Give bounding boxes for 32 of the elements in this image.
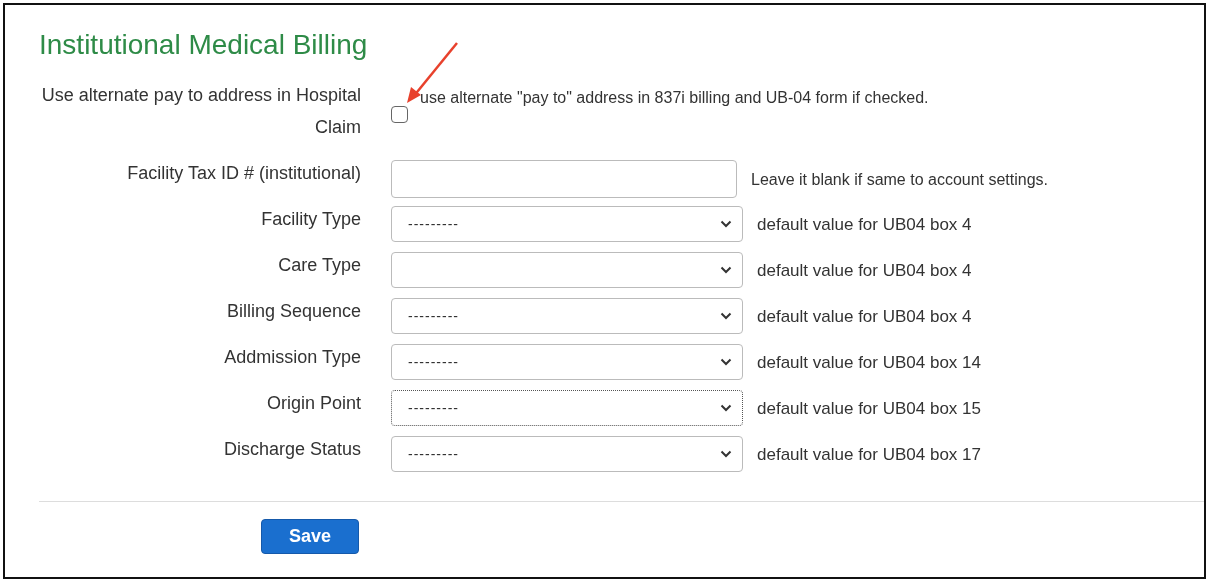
chevron-down-icon — [720, 220, 732, 228]
select-field[interactable]: --------- — [391, 206, 743, 242]
field-label: Discharge Status — [222, 438, 361, 461]
field-hint: default value for UB04 box 15 — [757, 399, 981, 419]
field-hint: default value for UB04 box 17 — [757, 445, 981, 465]
save-button[interactable]: Save — [261, 519, 359, 554]
field-label: Facility Type — [260, 208, 361, 231]
select-field[interactable]: --------- — [391, 298, 743, 334]
chevron-down-icon — [720, 358, 732, 366]
field-hint: default value for UB04 box 4 — [757, 261, 972, 281]
field-hint: Leave it blank if same to account settings. — [751, 171, 1049, 189]
field-hint: default value for UB04 box 4 — [757, 215, 972, 235]
field-label: Facility Tax ID # (institutional) — [126, 162, 361, 185]
chevron-down-icon — [720, 312, 732, 320]
field-label: Use alternate pay to address in Hospital Claim — [40, 84, 361, 139]
page-title: Institutional Medical Billing — [39, 29, 368, 61]
field-hint: default value for UB04 box 14 — [757, 353, 981, 373]
field-hint: default value for UB04 box 4 — [757, 307, 972, 327]
select-field[interactable]: --------- — [391, 390, 743, 426]
chevron-down-icon — [720, 450, 732, 458]
checkbox-hint: use alternate "pay to" address in 837i billing and UB-04 form if checked. — [420, 89, 929, 107]
field-label: Addmission Type — [223, 346, 361, 369]
select-field[interactable] — [391, 252, 743, 288]
select-field[interactable]: --------- — [391, 436, 743, 472]
checkbox[interactable] — [391, 105, 408, 123]
chevron-down-icon — [720, 266, 732, 274]
select-field[interactable]: --------- — [391, 344, 743, 380]
field-label: Origin Point — [265, 392, 361, 415]
field-label: Billing Sequence — [225, 300, 361, 323]
input-field[interactable] — [391, 160, 737, 198]
field-label: Care Type — [277, 254, 361, 277]
chevron-down-icon — [720, 404, 732, 412]
